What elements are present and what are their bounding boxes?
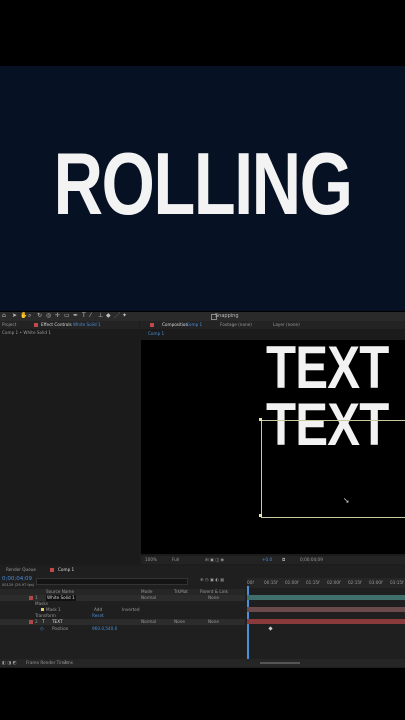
viewer-footer [141, 556, 405, 564]
selection-tool-icon[interactable]: ➤ [12, 313, 18, 319]
ruler-tick: 00:15f [264, 580, 278, 585]
ruler-tick: 02:00f [327, 580, 341, 585]
banner-title: ROLLING [53, 134, 353, 233]
eraser-tool-icon[interactable]: ◆ [106, 313, 112, 319]
effect-controls-icon [34, 323, 38, 327]
snapshot-icon[interactable]: ◘ [282, 557, 285, 563]
timeline-zoom-slider[interactable] [260, 662, 300, 664]
status-icons[interactable]: ◧ ◨ ◩ [2, 660, 17, 666]
layer-parent[interactable]: None [208, 595, 219, 601]
tab-effect-controls[interactable]: Effect Controls [41, 322, 72, 328]
position-label: Position [52, 626, 69, 631]
timeline-search-input[interactable] [36, 578, 188, 585]
brush-tool-icon[interactable]: ⁄ [90, 313, 96, 319]
tab-footage[interactable]: Footage (none) [220, 322, 252, 328]
layer-bounding-box[interactable] [261, 420, 405, 518]
layer-number: 2 [35, 619, 38, 624]
pan-behind-tool-icon[interactable]: ✛ [55, 313, 61, 319]
tab-render-queue[interactable]: Render Queue [6, 567, 36, 573]
composition-icon [150, 323, 154, 327]
comp-subtab[interactable]: Comp 1 [148, 331, 164, 337]
pen-tool-icon[interactable]: ✒ [73, 313, 79, 319]
ruler-tick: 03:00f [369, 580, 383, 585]
effect-controls-panel [0, 321, 139, 564]
viewer-timecode[interactable]: 0;00;04;09 [300, 557, 323, 563]
effect-controls-layer-name: White Solid 1 [73, 322, 101, 327]
tab-composition[interactable]: Composition [162, 322, 188, 328]
tab-comp-1[interactable]: Comp 1 [58, 567, 74, 573]
bbox-handle-bottom-left[interactable] [259, 514, 262, 517]
layer-name[interactable]: TEXT [52, 619, 63, 625]
breadcrumb: Comp 1 • White Solid 1 [2, 330, 52, 335]
hand-tool-icon[interactable]: ✋ [20, 313, 27, 319]
mask-inverted[interactable]: Inverted [122, 607, 140, 613]
layer-duration-bar[interactable] [247, 595, 405, 600]
bbox-handle-top-left[interactable] [259, 418, 262, 421]
mouse-cursor-icon: ➘ [343, 496, 350, 505]
tab-layer[interactable]: Layer (none) [273, 322, 300, 328]
camera-tool-icon[interactable]: ◎ [46, 313, 52, 319]
ruler-tick: 01:00f [285, 580, 299, 585]
roto-brush-icon[interactable]: ⋰ [114, 313, 120, 319]
zoom-tool-icon[interactable]: ⌕ [28, 313, 34, 319]
frame-render-value: 3ms [64, 660, 73, 665]
layer-duration-bar[interactable] [247, 619, 405, 624]
layer-name[interactable]: White Solid 1 [46, 595, 76, 601]
rotate-tool-icon[interactable]: ↻ [37, 313, 43, 319]
layer-label-color[interactable] [29, 620, 33, 624]
comp-tab-icon [50, 568, 54, 572]
mask-color-swatch[interactable] [41, 608, 44, 611]
frame-info: 00129 (29.97 fps) [2, 583, 35, 587]
home-icon[interactable]: ⌂ [2, 313, 8, 319]
exposure-value[interactable]: +0.0 [262, 557, 272, 563]
mask-track-bar [247, 607, 405, 612]
timeline-switches-icon[interactable]: ⊕ ◷ ▣ ◐ ▦ [200, 577, 224, 583]
layer-label-color[interactable] [29, 596, 33, 600]
rectangle-tool-icon[interactable]: ▭ [64, 313, 70, 319]
resolution-select[interactable]: Full [172, 557, 179, 563]
tab-project[interactable]: Project [2, 322, 16, 328]
artwork-text-top: TEXT [266, 334, 389, 401]
layer-mode[interactable]: Normal [141, 619, 156, 625]
clone-stamp-icon[interactable]: ⊥ [98, 313, 104, 319]
position-value[interactable]: 960.0,540.0 [92, 626, 117, 632]
composition-name: Comp 1 [186, 322, 203, 327]
ruler-tick: 01:15f [306, 580, 320, 585]
layer-trkmat[interactable]: None [174, 619, 185, 625]
ruler-tick: 03:15f [390, 580, 404, 585]
puppet-pin-icon[interactable]: ✦ [122, 313, 128, 319]
layer-mode[interactable]: Normal [141, 595, 156, 601]
ruler-tick: 02:15f [348, 580, 362, 585]
grid-toggle-icon[interactable]: ⊞ ▣ ◫ ◉ [205, 557, 224, 563]
zoom-select[interactable]: 100% [145, 557, 157, 563]
snapping-label: Snapping [215, 313, 239, 319]
frame-render-label: Frame Render Time [26, 660, 67, 665]
layer-parent[interactable]: None [208, 619, 219, 625]
type-tool-icon[interactable]: T [82, 313, 88, 319]
stopwatch-icon[interactable]: ◷ [40, 626, 44, 632]
text-layer-icon: T [42, 619, 45, 624]
composition-viewer[interactable]: TEXT TEXT ➘ [141, 334, 405, 554]
